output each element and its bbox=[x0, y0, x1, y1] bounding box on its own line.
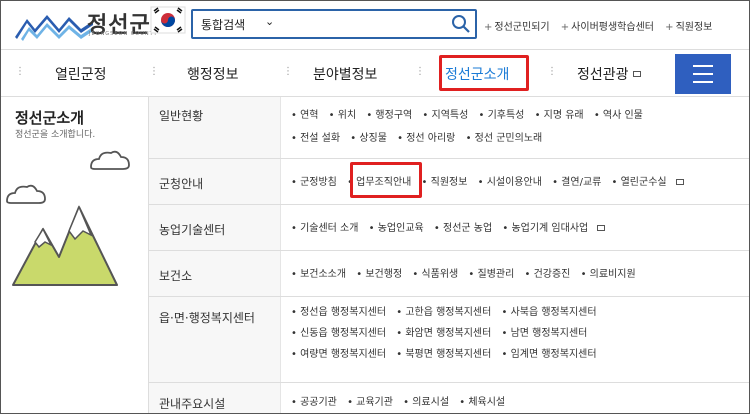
search-box: 통합검색 ⌄ bbox=[191, 9, 477, 39]
nav-admin-info[interactable]: 행정정보 bbox=[187, 64, 239, 84]
link-admin-district[interactable]: 행정구역 bbox=[366, 104, 412, 127]
section-general-status: 일반현황 연혁 위치 행정구역 지역특성 기후특성 지명 유래 역사 인물 전설… bbox=[149, 97, 749, 159]
section-health-center: 보건소 보건소소개 보건행정 식품위생 질병관리 건강증진 의료비지원 bbox=[149, 251, 749, 297]
korea-flag-icon bbox=[149, 5, 189, 35]
link-welfare-sindong[interactable]: 신동읍 행정복지센터 bbox=[291, 323, 386, 344]
link-list: 보건소소개 보건행정 식품위생 질병관리 건강증진 의료비지원 bbox=[291, 263, 643, 286]
link-county-song[interactable]: 정선 군민의노래 bbox=[466, 127, 543, 150]
link-exchange[interactable]: 결연/교류 bbox=[552, 171, 601, 194]
panel-subtitle: 정선군을 소개합니다. bbox=[15, 130, 96, 140]
section-county-office: 군청안내 군정방침 업무조직안내 직원정보 시설이용안내 결연/교류 열린군수실 bbox=[149, 159, 749, 205]
link-education[interactable]: 교육기관 bbox=[347, 391, 393, 413]
top-link-cyber-learning[interactable]: 사이버평생학습센터 bbox=[571, 22, 654, 33]
new-window-icon bbox=[597, 225, 606, 231]
link-center-intro[interactable]: 기술센터 소개 bbox=[291, 217, 358, 240]
link-welfare-sabuk[interactable]: 사북읍 행정복지센터 bbox=[502, 302, 597, 323]
page-frame: 정선군 JEONGSEON COUNTY 통합검색 ⌄ + 정선군민되기 + 사… bbox=[0, 0, 750, 414]
header: 정선군 JEONGSEON COUNTY 통합검색 ⌄ + 정선군민되기 + 사… bbox=[1, 1, 749, 49]
link-machine-rental[interactable]: 농업기계 임대사업 bbox=[502, 217, 588, 240]
link-history[interactable]: 연혁 bbox=[291, 104, 318, 127]
link-health-intro[interactable]: 보건소소개 bbox=[291, 263, 346, 286]
link-policy[interactable]: 군정방침 bbox=[291, 171, 337, 194]
link-legends[interactable]: 전설 설화 bbox=[291, 127, 340, 150]
top-link-join[interactable]: 정선군민되기 bbox=[494, 22, 549, 33]
link-disease-control[interactable]: 질병관리 bbox=[468, 263, 515, 286]
mountain-logo-icon bbox=[15, 15, 93, 41]
link-medical-support[interactable]: 의료비지원 bbox=[581, 263, 636, 286]
link-regional-features[interactable]: 지역특성 bbox=[422, 104, 469, 127]
link-welfare-yeoryang[interactable]: 여량면 행정복지센터 bbox=[291, 344, 386, 365]
nav-jeongseon-tourism[interactable]: 정선관광 bbox=[577, 64, 629, 84]
link-symbols[interactable]: 상징물 bbox=[350, 127, 387, 150]
link-list: 기술센터 소개 농업인교육 정선군 농업 농업기계 임대사업 bbox=[291, 217, 606, 240]
logo-subtitle: JEONGSEON COUNTY bbox=[89, 31, 158, 37]
new-window-icon bbox=[633, 71, 641, 77]
link-farmer-education[interactable]: 농업인교육 bbox=[369, 217, 424, 240]
highlight-box bbox=[439, 55, 529, 91]
section-title: 일반현황 bbox=[159, 109, 204, 123]
link-jeongseon-agriculture[interactable]: 정선군 농업 bbox=[434, 217, 492, 240]
link-welfare-nam[interactable]: 남면 행정복지센터 bbox=[502, 323, 588, 344]
link-list: 정선읍 행정복지센터 고한읍 행정복지센터 사북읍 행정복지센터 신동읍 행정복… bbox=[291, 302, 604, 365]
link-food-hygiene[interactable]: 식품위생 bbox=[412, 263, 458, 286]
link-health-admin[interactable]: 보건행정 bbox=[356, 263, 402, 286]
section-major-facilities: 관내주요시설 공공기관 교육기관 의료시설 체육시설 bbox=[149, 383, 749, 413]
nav-field-info[interactable]: 분야별정보 bbox=[313, 64, 377, 84]
link-list: 공공기관 교육기관 의료시설 체육시설 bbox=[291, 391, 512, 413]
section-title: 보건소 bbox=[159, 269, 193, 283]
link-welfare-hwaam[interactable]: 화암면 행정복지센터 bbox=[396, 323, 491, 344]
panel-title: 정선군소개 bbox=[15, 109, 85, 127]
link-staff-info[interactable]: 직원정보 bbox=[422, 171, 468, 194]
link-governor-office[interactable]: 열린군수실 bbox=[612, 171, 667, 194]
mountain-illustration-icon bbox=[6, 150, 130, 286]
top-link-staff-info[interactable]: 직원정보 bbox=[676, 22, 713, 33]
left-panel: 정선군소개 정선군을 소개합니다. bbox=[1, 97, 149, 413]
link-welfare-gohan[interactable]: 고한읍 행정복지센터 bbox=[396, 302, 491, 323]
link-place-names[interactable]: 지명 유래 bbox=[535, 104, 584, 127]
link-health-promotion[interactable]: 건강증진 bbox=[525, 263, 571, 286]
link-list: 연혁 위치 행정구역 지역특성 기후특성 지명 유래 역사 인물 전설 설화 상… bbox=[291, 104, 650, 150]
link-facility-usage[interactable]: 시설이용안내 bbox=[478, 171, 542, 194]
highlight-box bbox=[350, 162, 422, 198]
link-public-agencies[interactable]: 공공기관 bbox=[291, 391, 337, 413]
search-input[interactable] bbox=[287, 14, 447, 34]
new-window-icon bbox=[675, 179, 684, 185]
search-category-select[interactable]: 통합검색 bbox=[201, 16, 245, 33]
section-title: 관내주요시설 bbox=[159, 397, 226, 411]
main-nav: ⋮ 열린군정 ⋮ 행정정보 ⋮ 분야별정보 ⋮ 정선군소개 ⋮ 정선관광 bbox=[1, 49, 749, 97]
section-welfare-centers: 읍·면·행정복지센터 정선읍 행정복지센터 고한읍 행정복지센터 사북읍 행정복… bbox=[149, 297, 749, 383]
link-welfare-imgye[interactable]: 임계면 행정복지센터 bbox=[502, 344, 597, 365]
link-arirang[interactable]: 정선 아리랑 bbox=[397, 127, 455, 150]
link-historic-figures[interactable]: 역사 인물 bbox=[594, 104, 643, 127]
chevron-down-icon[interactable]: ⌄ bbox=[265, 15, 274, 28]
link-location[interactable]: 위치 bbox=[329, 104, 356, 127]
section-title: 농업기술센터 bbox=[159, 223, 226, 237]
link-climate[interactable]: 기후특성 bbox=[479, 104, 525, 127]
nav-open-administration[interactable]: 열린군정 bbox=[55, 64, 107, 84]
menu-button[interactable] bbox=[675, 54, 731, 94]
link-welfare-bukpyeong[interactable]: 북평면 행정복지센터 bbox=[396, 344, 491, 365]
section-agri-center: 농업기술센터 기술센터 소개 농업인교육 정선군 농업 농업기계 임대사업 bbox=[149, 205, 749, 251]
link-medical[interactable]: 의료시설 bbox=[403, 391, 449, 413]
section-title: 읍·면·행정복지센터 bbox=[159, 311, 255, 325]
link-welfare-jeongseon[interactable]: 정선읍 행정복지센터 bbox=[291, 302, 386, 323]
top-links: + 정선군민되기 + 사이버평생학습센터 + 직원정보 bbox=[484, 22, 713, 33]
section-title: 군청안내 bbox=[159, 177, 204, 191]
link-sports[interactable]: 체육시설 bbox=[459, 391, 505, 413]
search-icon[interactable] bbox=[451, 14, 471, 34]
